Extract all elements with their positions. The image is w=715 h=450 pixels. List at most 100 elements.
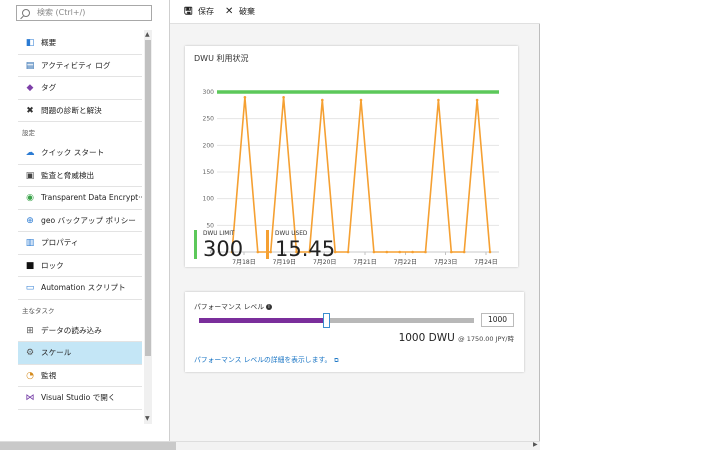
y-tick-label: 150 [203, 169, 215, 176]
sidebar-item[interactable]: ▤ アクティビティ ログ [18, 55, 142, 77]
sidebar-item-label: Visual Studio で開く [41, 393, 116, 402]
sidebar-item-label: 問題の診断と解決 [41, 105, 102, 115]
y-tick-label: 200 [203, 142, 215, 149]
discard-label: 破棄 [239, 7, 255, 16]
dwu-limit-value: 300 [203, 237, 244, 261]
sidebar-item-label: タグ [41, 83, 57, 92]
sidebar-item[interactable]: ⚙ スケール [18, 342, 142, 365]
dwu-used-point [346, 250, 350, 254]
app-root: 検索 (Ctrl+/) ◧ 概要 ▤ アクティビティ ログ ◆ タグ ✖ 問題の診断と解決 設… [0, 0, 715, 450]
resource-menu-blade: 検索 (Ctrl+/) ◧ 概要 ▤ アクティビティ ログ ◆ タグ ✖ 問題の診断と解決 設… [0, 0, 170, 450]
dwu-used-point [398, 250, 401, 254]
properties-icon: ▥ [25, 238, 35, 248]
search-input[interactable]: 検索 (Ctrl+/) [16, 5, 152, 21]
dwu-used-point [243, 96, 247, 99]
performance-details-link[interactable]: パフォーマンス レベルの詳細を表示します。 ⧉ [194, 354, 339, 365]
sidebar-item[interactable]: ▥ プロパティ [18, 232, 142, 255]
wrench-icon: ✖ [26, 105, 34, 116]
y-tick-label: 300 [203, 89, 215, 96]
sidebar-item[interactable]: ▣ 監査と脅威検出 [18, 165, 142, 187]
section-main-tasks: 主なタスク [22, 306, 55, 315]
load-data-icon: ⊞ [26, 325, 34, 336]
activity-log-icon: ▤ [25, 60, 35, 71]
performance-details-link-text: パフォーマンス レベルの詳細を表示します。 [194, 356, 332, 364]
quickstart-icon: ☁ [25, 148, 35, 158]
empty-area [541, 0, 715, 450]
sidebar-item[interactable]: ◧ 概要 [18, 32, 142, 55]
dwu-used-point [475, 98, 479, 102]
sidebar-item[interactable]: ⋈ Visual Studio で開く [18, 387, 142, 410]
dwu-used-point [411, 250, 414, 254]
tag-icon: ◆ [26, 83, 34, 93]
slider-thumb[interactable] [322, 313, 330, 328]
x-tick-label: 7月24日 [474, 259, 497, 266]
performance-level-input[interactable]: 1000 [481, 313, 514, 327]
sidebar-item[interactable]: ☁ クイック スタート [18, 142, 142, 165]
dwu-used-point [359, 98, 363, 102]
sidebar-item[interactable]: ✖ 問題の診断と解決 [18, 100, 142, 122]
dwu-used-point [424, 250, 427, 254]
sidebar-item-label: アクティビティ ログ [41, 60, 111, 70]
dwu-used-point [488, 250, 492, 254]
y-tick-label: 50 [206, 222, 214, 229]
dwu-usage-card[interactable]: 0 50 100 150 200 250 300 7月18日 7月19日 7月20日 7月21日 7月… [185, 46, 518, 267]
sidebar-item[interactable]: ▭ Automation スクリプト [18, 277, 142, 300]
scroll-down-icon[interactable]: ▼ [145, 415, 150, 422]
toolbar: 🖫 保存 ✕ 破棄 [170, 0, 540, 24]
dwu-limit-stat: DWU LIMIT 300 [194, 230, 244, 261]
y-tick-label: 250 [203, 116, 215, 123]
dwu-used-point [437, 98, 440, 102]
chart-title: DWU 利用状況 [194, 54, 249, 63]
search-placeholder: 検索 (Ctrl+/) [37, 8, 86, 17]
external-link-icon: ⧉ [334, 357, 339, 364]
monitor-icon: ◔ [26, 370, 34, 381]
sidebar-item[interactable]: ◆ タグ [18, 77, 142, 100]
sidebar-item-label: 監視 [41, 370, 57, 380]
save-button[interactable]: 🖫 保存 [184, 5, 214, 19]
discard-button[interactable]: ✕ 破棄 [225, 5, 255, 19]
x-tick-label: 7月22日 [394, 259, 417, 266]
y-tick-label: 100 [203, 196, 215, 203]
sidebar-item-label: プロパティ [41, 238, 79, 247]
save-label: 保存 [198, 7, 214, 16]
sidebar-item-label: ロック [41, 260, 64, 270]
visual-studio-icon: ⋈ [25, 393, 35, 403]
scroll-right-icon[interactable]: ▶ [533, 441, 538, 448]
sidebar-item-label: 監査と脅威検出 [41, 170, 95, 180]
price-text: @ 1750.00 JPY/時 [458, 335, 514, 343]
lock-icon: ■ [25, 260, 35, 271]
sidebar-item[interactable]: ◔ 監視 [18, 365, 142, 387]
dwu-used-point [321, 98, 324, 102]
sidebar-item-label: geo バックアップ ポリシー [41, 215, 136, 225]
sidebar-item-label: Automation スクリプト [41, 283, 126, 292]
performance-level-title: パフォーマンス レベル i [194, 301, 272, 311]
performance-level-card: パフォーマンス レベル i 1000 1000 DWU @ 1750.00 JPY… [185, 292, 524, 372]
dwu-used-stat: DWU USED 15.45 [266, 230, 335, 260]
dwu-used-line [231, 97, 491, 253]
audit-icon: ▣ [25, 170, 35, 181]
automation-icon: ▭ [25, 283, 35, 293]
sidebar-item[interactable]: ◉ Transparent Data Encrypt··· [18, 187, 142, 210]
sidebar-item[interactable]: ⊕ geo バックアップ ポリシー [18, 210, 142, 232]
sidebar-item[interactable]: ■ ロック [18, 255, 142, 277]
save-icon: 🖫 [184, 6, 193, 17]
close-icon: ✕ [225, 6, 234, 17]
sidebar-item-label: 概要 [41, 38, 57, 47]
dwu-used-point [462, 250, 466, 254]
sidebar-item-label: クイック スタート [41, 148, 105, 157]
scroll-up-icon[interactable]: ▲ [145, 31, 150, 38]
overview-icon: ◧ [25, 38, 35, 48]
info-icon[interactable]: i [266, 304, 272, 310]
menu-scrollbar-thumb[interactable] [145, 40, 151, 356]
slider-fill [199, 318, 326, 323]
horizontal-scrollbar-thumb[interactable] [0, 442, 176, 450]
dwu-used-point [372, 250, 376, 254]
dwu-used-point [282, 96, 285, 99]
dwu-price: 1000 DWU @ 1750.00 JPY/時 [399, 332, 514, 344]
geo-backup-icon: ⊕ [26, 215, 34, 226]
sidebar-item[interactable]: ⊞ データの読み込み [18, 320, 142, 342]
dwu-used-point [256, 250, 260, 254]
sidebar-item-label: データの読み込み [41, 325, 102, 335]
shield-icon: ◉ [26, 193, 34, 203]
section-settings: 設定 [22, 129, 35, 137]
